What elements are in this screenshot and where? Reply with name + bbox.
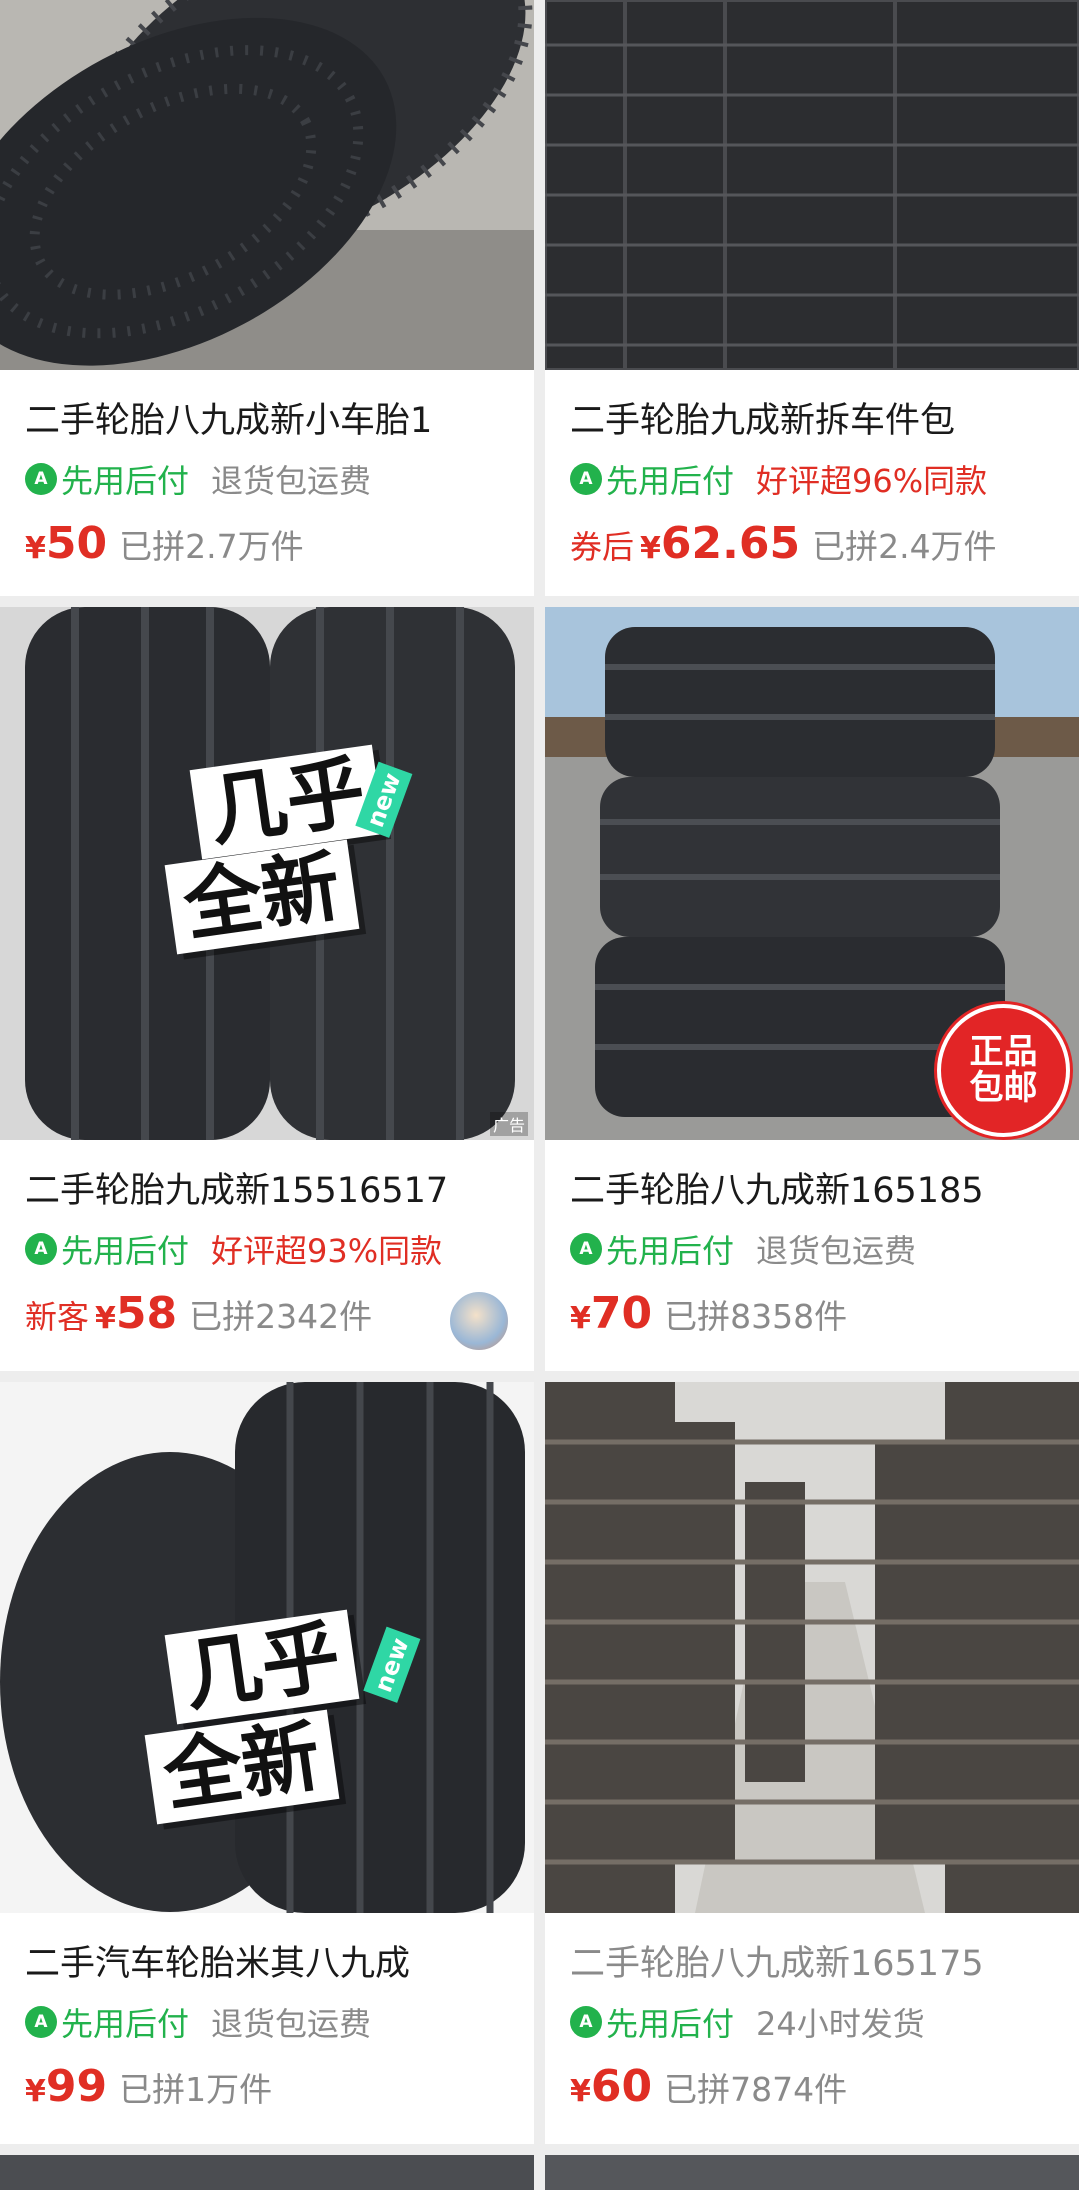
price: 60 (590, 2061, 653, 2112)
product-tags: A 先用后付 好评超96%同款 (570, 456, 987, 502)
price-row: ¥ 99 已拼1万件 (25, 2061, 272, 2112)
product-grid: 二手轮胎八九成新小车胎1 A 先用后付 退货包运费 ¥ 50 已拼2.7万件 二… (0, 0, 1079, 2190)
sold-count: 已拼1万件 (119, 2070, 273, 2109)
product-title[interactable]: 二手轮胎九成新15516517 (25, 1162, 530, 1213)
sold-count: 已拼2.4万件 (812, 527, 997, 566)
currency-symbol: ¥ (25, 2074, 46, 2109)
product-image[interactable] (545, 0, 1079, 370)
price-row: 券后 ¥ 62.65 已拼2.4万件 (570, 518, 997, 569)
price: 99 (45, 2061, 108, 2112)
product-image[interactable] (0, 2155, 534, 2190)
product-image[interactable] (545, 2155, 1079, 2190)
product-image[interactable] (545, 1382, 1079, 1913)
product-title[interactable]: 二手轮胎八九成新165175 (570, 1935, 1075, 1986)
ad-label: 广告 (489, 1112, 528, 1136)
rating-tag: 好评超93%同款 (211, 1232, 443, 1270)
pay-later-label: 先用后付 (606, 2005, 735, 2043)
pay-later-icon: A (25, 2006, 57, 2038)
product-tags: A 先用后付 24小时发货 (570, 1999, 925, 2045)
currency-symbol: ¥ (570, 1301, 591, 1336)
price: 50 (45, 518, 108, 569)
product-title[interactable]: 二手汽车轮胎米其八九成 (25, 1935, 530, 1986)
pay-later-icon: A (25, 1233, 57, 1265)
product-card[interactable]: 正品 包邮 二手轮胎八九成新165185 A 先用后付 退货包运费 ¥ 70 已拼… (545, 607, 1079, 1371)
stamp-line-2: 包邮 (969, 1067, 1038, 1108)
product-card[interactable]: 二手轮胎九成新拆车件包 A 先用后付 好评超96%同款 券后 ¥ 62.65 已… (545, 0, 1079, 596)
stamp-line-1: 正品 (969, 1031, 1038, 1072)
price-row: 新客 ¥ 58 已拼2342件 (25, 1288, 372, 1339)
service-tag: 退货包运费 (211, 462, 372, 500)
currency-symbol: ¥ (95, 1301, 116, 1336)
pay-later-label: 先用后付 (61, 2005, 190, 2043)
product-card[interactable] (0, 2155, 534, 2190)
sold-count: 已拼2.7万件 (119, 527, 304, 566)
sold-count: 已拼2342件 (189, 1297, 373, 1336)
product-card[interactable]: 二手轮胎八九成新小车胎1 A 先用后付 退货包运费 ¥ 50 已拼2.7万件 (0, 0, 534, 596)
pay-later-icon: A (570, 463, 602, 495)
price-row: ¥ 60 已拼7874件 (570, 2061, 847, 2112)
sold-count: 已拼8358件 (664, 1297, 848, 1336)
authentic-free-shipping-stamp: 正品 包邮 (937, 1004, 1070, 1137)
product-title[interactable]: 二手轮胎八九成新165185 (570, 1162, 1075, 1213)
currency-symbol: ¥ (570, 2074, 591, 2109)
service-tag: 24小时发货 (756, 2005, 925, 2043)
product-tags: A 先用后付 好评超93%同款 (25, 1226, 442, 1272)
product-image[interactable]: 正品 包邮 (545, 607, 1079, 1140)
product-card[interactable]: 几乎 全新 new 广告 二手轮胎九成新15516517 A 先用后付 好评超9… (0, 607, 534, 1371)
service-tag: 退货包运费 (211, 2005, 372, 2043)
sold-count: 已拼7874件 (664, 2070, 848, 2109)
product-card[interactable]: 几乎 全新 new 二手汽车轮胎米其八九成 A 先用后付 退货包运费 ¥ 99 … (0, 1382, 534, 2144)
pay-later-label: 先用后付 (61, 462, 190, 500)
price-prefix: 券后 (570, 528, 635, 566)
pay-later-label: 先用后付 (606, 462, 735, 500)
price: 62.65 (660, 518, 801, 569)
product-image[interactable]: 几乎 全新 new (0, 1382, 534, 1913)
pay-later-label: 先用后付 (606, 1232, 735, 1270)
currency-symbol: ¥ (25, 531, 46, 566)
pay-later-icon: A (570, 2006, 602, 2038)
product-tags: A 先用后付 退货包运费 (25, 456, 371, 502)
product-card[interactable] (545, 2155, 1079, 2190)
price-row: ¥ 70 已拼8358件 (570, 1288, 847, 1339)
product-title[interactable]: 二手轮胎九成新拆车件包 (570, 392, 1075, 443)
buyer-avatar (448, 1290, 510, 1352)
product-tags: A 先用后付 退货包运费 (25, 1999, 371, 2045)
product-card[interactable]: 二手轮胎八九成新165175 A 先用后付 24小时发货 ¥ 60 已拼7874… (545, 1382, 1079, 2144)
product-image[interactable] (0, 0, 534, 370)
price-row: ¥ 50 已拼2.7万件 (25, 518, 304, 569)
pay-later-icon: A (25, 463, 57, 495)
product-tags: A 先用后付 退货包运费 (570, 1226, 916, 1272)
product-image[interactable]: 几乎 全新 new 广告 (0, 607, 534, 1140)
price: 70 (590, 1288, 653, 1339)
price: 58 (115, 1288, 178, 1339)
rating-tag: 好评超96%同款 (756, 462, 988, 500)
price-prefix: 新客 (25, 1298, 90, 1336)
currency-symbol: ¥ (640, 531, 661, 566)
service-tag: 退货包运费 (756, 1232, 917, 1270)
product-title[interactable]: 二手轮胎八九成新小车胎1 (25, 392, 530, 443)
pay-later-icon: A (570, 1233, 602, 1265)
pay-later-label: 先用后付 (61, 1232, 190, 1270)
